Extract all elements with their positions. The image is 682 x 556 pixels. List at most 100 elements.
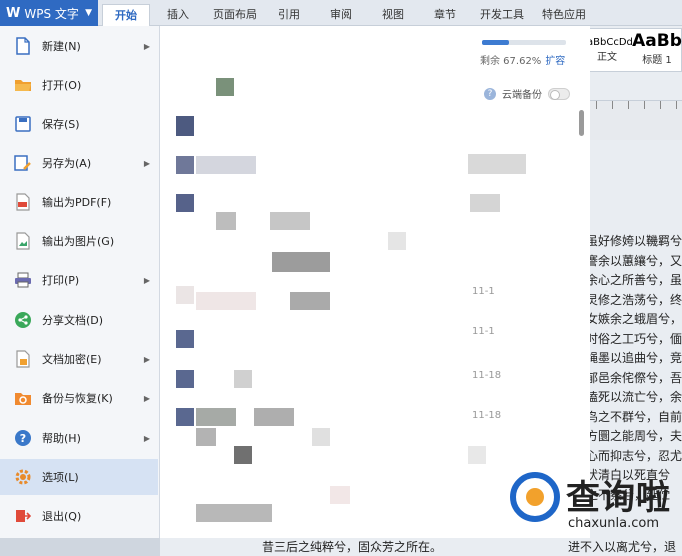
storage-progress-fill [482,40,510,45]
menu-item-label: 打开(O) [42,79,82,92]
menu-item-12[interactable]: 退出(Q) [0,498,158,534]
menu-item-label: 新建(N) [42,40,81,53]
new-doc-icon [14,37,32,55]
style-gallery: aBbCcDd 正文 AaBb 标题 1 [586,28,682,72]
menu-item-label: 选项(L) [42,471,79,484]
blurred-block [312,428,330,446]
document-line: 溘死以流亡兮，余 [586,390,682,404]
backup-icon [14,389,32,407]
document-body[interactable]: 虽好修姱以鞿羁兮 謇余以蕙纕兮，又 余心之所善兮，虽 灵修之浩荡兮，终 女嫉余之蛾眉兮，… [586,232,682,505]
watermark-text: 查询啦 [566,478,671,518]
document-line: 郁邑余侘傺兮，吾 [586,370,682,385]
tab-view[interactable]: 视图 [372,4,414,26]
menu-item-1[interactable]: 打开(O) [0,67,158,103]
menu-item-6[interactable]: 打印(P) ▶ [0,262,158,298]
menu-item-label: 另存为(A) [42,157,92,170]
blurred-block [234,370,252,388]
menu-item-label: 退出(Q) [42,510,82,523]
menu-item-label: 输出为图片(G) [42,235,115,248]
submenu-arrow-icon: ▶ [143,41,150,51]
exit-icon [14,507,32,525]
menu-item-label: 打印(P) [42,274,80,287]
print-icon [14,271,32,289]
watermark-logo-icon [510,472,560,522]
tab-page-layout[interactable]: 页面布局 [206,4,264,26]
pdf-icon [14,193,32,211]
file-icon [176,330,194,348]
blurred-block [196,292,256,310]
file-menu: 新建(N) ▶ 打开(O) 保存(S) 另存为(A) ▶ 输出为PDF(F) 输出为图片(G)… [0,26,160,538]
file-icon [176,408,194,426]
blurred-block [216,212,236,230]
blurred-block [270,212,310,230]
tab-section[interactable]: 章节 [424,4,466,26]
caret-down-icon: ▼ [85,8,92,18]
style-normal[interactable]: aBbCcDd 正文 [587,31,633,71]
menu-item-5[interactable]: 输出为图片(G) [0,223,158,259]
file-icon [176,194,194,212]
menu-item-2[interactable]: 保存(S) [0,106,158,142]
menu-item-label: 输出为PDF(F) [42,196,112,209]
recent-files-panel: 11-1 11-1 11-18 11-18 [160,26,590,538]
blurred-block [468,446,486,464]
blurred-block [468,154,526,174]
watermark-url: chaxunla.com [568,516,659,531]
document-line: 鸟之不群兮，自前 [586,409,682,424]
help-icon[interactable]: ? [484,87,496,100]
menu-item-3[interactable]: 另存为(A) ▶ [0,145,158,181]
document-line-bottom: 昔三后之纯粹兮，固众芳之所在。 [262,540,443,554]
menu-item-label: 保存(S) [42,118,80,131]
document-line: 余心之所善兮，虽 [586,273,682,287]
image-export-icon [14,232,32,250]
tab-insert[interactable]: 插入 [156,4,200,26]
menu-item-8[interactable]: 文档加密(E) ▶ [0,341,158,377]
document-line: 方圜之能周兮，夫 [586,429,682,443]
wps-logo-icon: W [6,5,21,21]
menu-item-9[interactable]: 备份与恢复(K) ▶ [0,380,158,416]
storage-remaining: 剩余 67.62% [480,56,542,67]
document-line: 虽好修姱以鞿羁兮 [586,234,682,248]
menu-item-label: 分享文档(D) [42,314,104,327]
cloud-backup-toggle[interactable] [548,87,570,100]
document-line: 女嫉余之蛾眉兮， [586,312,682,326]
save-as-icon [14,154,32,172]
status-strip [0,538,160,556]
file-icon [176,156,194,174]
help-icon: ? [14,429,32,447]
blurred-block [196,408,236,426]
style-heading-1[interactable]: AaBb 标题 1 [631,31,682,71]
share-icon [14,311,32,329]
blurred-block [330,486,350,504]
tab-features[interactable]: 特色应用 [536,4,592,26]
submenu-arrow-icon: ▶ [143,393,150,403]
menu-item-11[interactable]: 选项(L) [0,459,158,495]
scrollbar-thumb[interactable] [579,110,584,136]
tab-developer[interactable]: 开发工具 [474,4,530,26]
menu-item-label: 文档加密(E) [42,353,102,366]
tab-start[interactable]: 开始 [102,4,150,26]
menu-item-10[interactable]: ? 帮助(H) ▶ [0,420,158,456]
lock-icon [14,350,32,368]
file-date: 11-1 [472,286,495,297]
submenu-arrow-icon: ▶ [143,354,150,364]
menu-item-label: 帮助(H) [42,432,81,445]
document-line-bottom-right: 进不入以离尤兮，退 [568,540,677,554]
open-folder-icon [14,76,32,94]
app-title: WPS 文字 [24,6,79,21]
tab-review[interactable]: 审阅 [320,4,362,26]
submenu-arrow-icon: ▶ [143,275,150,285]
app-menu-button[interactable]: W WPS 文字 ▼ [0,0,98,26]
menu-item-4[interactable]: 输出为PDF(F) [0,184,158,220]
submenu-arrow-icon: ▶ [143,433,150,443]
menu-item-0[interactable]: 新建(N) ▶ [0,28,158,64]
cloud-backup-row: ? 云端备份 [484,86,570,101]
save-icon [14,115,32,133]
document-line: 心而抑志兮，忍尤 [586,448,682,463]
menu-item-7[interactable]: 分享文档(D) [0,302,158,338]
menu-bar: W WPS 文字 ▼ 开始 插入 页面布局 引用 审阅 视图 章节 开发工具 特… [0,0,682,26]
blurred-block [470,194,500,212]
tab-references[interactable]: 引用 [268,4,310,26]
expand-storage-link[interactable]: 扩容 [545,56,565,67]
menu-item-label: 备份与恢复(K) [42,392,113,405]
file-icon [176,286,194,304]
